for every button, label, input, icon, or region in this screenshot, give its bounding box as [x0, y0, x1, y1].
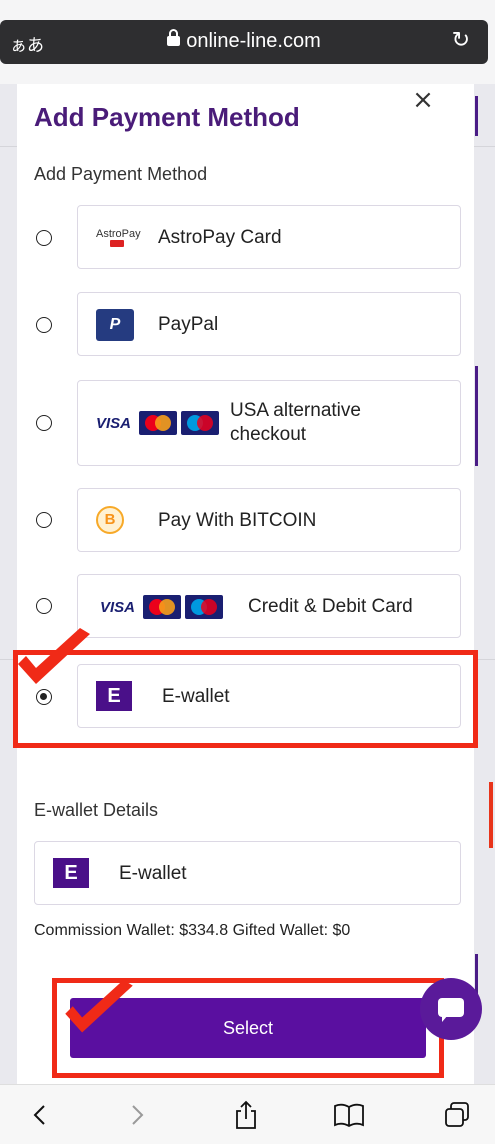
payment-modal: Add Payment Method × Add Payment Method … — [17, 84, 474, 1084]
option-astropay[interactable]: AstroPay AstroPay Card — [77, 205, 461, 269]
option-label: USA alternative checkout — [230, 400, 361, 445]
commission-text: Commission Wallet: $334.8 Gifted Wallet:… — [34, 922, 351, 939]
details-title: E-wallet Details — [34, 800, 159, 820]
ewallet-detail-box: E E-wallet — [34, 841, 461, 905]
forward-icon[interactable] — [117, 1095, 157, 1135]
lock-icon — [167, 29, 181, 46]
option-credit-debit[interactable]: VISA Credit & Debit Card — [77, 574, 461, 638]
background-accent — [475, 366, 478, 466]
close-icon[interactable]: × — [407, 84, 439, 116]
visa-logo: VISA — [96, 598, 140, 616]
url-field[interactable]: online-line.com — [0, 29, 488, 53]
ewallet-logo: E — [53, 858, 89, 888]
check-icon — [18, 628, 90, 684]
ewallet-detail-label: E-wallet — [119, 863, 187, 884]
option-usa-checkout[interactable]: VISA USA alternative checkout — [77, 380, 461, 466]
radio-paypal[interactable] — [36, 317, 52, 333]
chat-button[interactable] — [420, 978, 482, 1040]
radio-bitcoin[interactable] — [36, 512, 52, 528]
radio-astropay[interactable] — [36, 230, 52, 246]
browser-toolbar — [0, 1084, 495, 1144]
card-logos: VISA — [92, 411, 220, 435]
visa-logo: VISA — [92, 414, 136, 432]
section-label: Add Payment Method — [34, 164, 208, 184]
option-label: Pay With BITCOIN — [158, 510, 317, 531]
share-icon[interactable] — [226, 1095, 266, 1135]
option-paypal[interactable]: P PayPal — [77, 292, 461, 356]
option-label: Credit & Debit Card — [248, 596, 413, 617]
modal-title: Add Payment Method — [34, 102, 300, 132]
background-accent — [475, 96, 478, 136]
chat-icon — [438, 998, 464, 1022]
reload-icon[interactable]: ↻ — [452, 28, 470, 53]
radio-credit-debit[interactable] — [36, 598, 52, 614]
radio-usa-checkout[interactable] — [36, 415, 52, 431]
background-red-marker — [489, 782, 493, 848]
astropay-logo: AstroPay — [96, 228, 141, 250]
mastercard-logo — [139, 411, 178, 435]
bitcoin-logo: B — [96, 506, 124, 534]
check-icon — [65, 980, 133, 1033]
option-label: AstroPay Card — [158, 227, 282, 248]
url-text: online-line.com — [186, 30, 321, 52]
address-bar[interactable]: ぁあ online-line.com ↻ — [0, 20, 488, 64]
tabs-icon[interactable] — [437, 1095, 477, 1135]
paypal-logo: P — [96, 309, 134, 341]
card-logos: VISA — [96, 595, 224, 619]
maestro-logo — [185, 595, 224, 619]
bookmarks-icon[interactable] — [329, 1095, 369, 1135]
browser-address-area: ぁあ online-line.com ↻ — [0, 0, 495, 84]
mastercard-logo — [143, 595, 182, 619]
option-bitcoin[interactable]: B Pay With BITCOIN — [77, 488, 461, 552]
option-label: PayPal — [158, 314, 219, 335]
back-icon[interactable] — [20, 1095, 60, 1135]
maestro-logo — [181, 411, 220, 435]
